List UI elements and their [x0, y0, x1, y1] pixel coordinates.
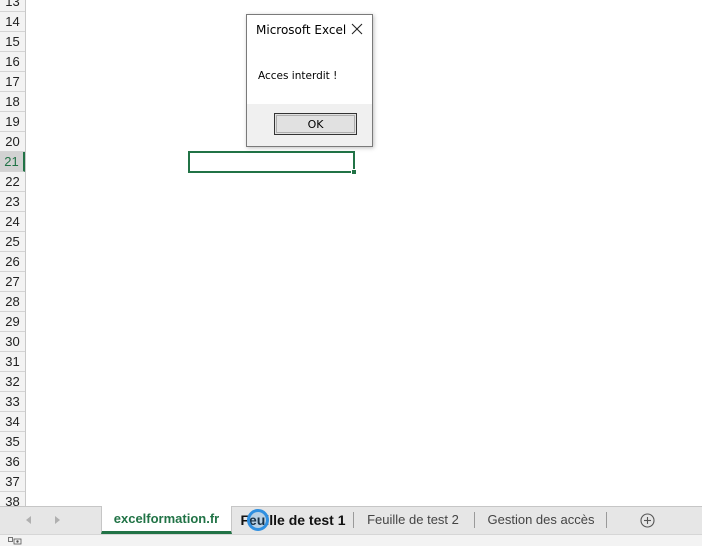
row-header[interactable]: 38 — [0, 492, 25, 506]
row-header[interactable]: 16 — [0, 52, 25, 72]
row-header[interactable]: 25 — [0, 232, 25, 252]
row-header[interactable]: 24 — [0, 212, 25, 232]
row-header[interactable]: 19 — [0, 112, 25, 132]
dialog-message: Acces interdit ! — [258, 70, 338, 82]
row-header[interactable]: 15 — [0, 32, 25, 52]
macro-record-icon[interactable] — [8, 537, 22, 545]
dialog-body: Acces interdit ! — [247, 45, 372, 104]
dialog-titlebar[interactable]: Microsoft Excel — [247, 15, 372, 45]
tab-separator — [353, 512, 354, 528]
row-header[interactable]: 26 — [0, 252, 25, 272]
row-header[interactable]: 14 — [0, 12, 25, 32]
tab-separator — [474, 512, 475, 528]
sheet-tab-bar: excelformation.fr Feuille de test 1 Feui… — [0, 506, 702, 534]
row-header[interactable]: 33 — [0, 392, 25, 412]
dialog-title: Microsoft Excel — [256, 23, 347, 37]
row-header[interactable]: 35 — [0, 432, 25, 452]
row-header[interactable]: 36 — [0, 452, 25, 472]
row-headers: 13 14 15 16 17 18 19 20 21 22 23 24 25 26 27 28 29 30 31 32… — [0, 0, 26, 506]
row-header[interactable]: 18 — [0, 92, 25, 112]
sheet-tab-feuille-de-test-2[interactable]: Feuille de test 2 — [357, 507, 469, 533]
ok-button[interactable]: OK — [274, 113, 357, 135]
row-header[interactable]: 21 — [0, 152, 25, 172]
sheet-tab-gestion-des-acces[interactable]: Gestion des accès — [478, 507, 604, 533]
row-header[interactable]: 28 — [0, 292, 25, 312]
row-header[interactable]: 29 — [0, 312, 25, 332]
triangle-right-icon[interactable] — [55, 516, 60, 524]
row-header[interactable]: 34 — [0, 412, 25, 432]
row-header[interactable]: 17 — [0, 72, 25, 92]
row-header[interactable]: 20 — [0, 132, 25, 152]
triangle-left-icon[interactable] — [26, 516, 31, 524]
mouse-cursor-highlight — [247, 509, 269, 531]
row-header[interactable]: 32 — [0, 372, 25, 392]
dialog-footer: OK — [247, 104, 372, 146]
row-header[interactable]: 22 — [0, 172, 25, 192]
close-icon[interactable] — [350, 22, 364, 36]
row-header[interactable]: 37 — [0, 472, 25, 492]
worksheet-grid[interactable]: 13 14 15 16 17 18 19 20 21 22 23 24 25 26 27 28 29 30 31 32… — [0, 0, 702, 506]
sheet-tab-excelformation[interactable]: excelformation.fr — [101, 506, 232, 534]
message-dialog: Microsoft Excel Acces interdit ! OK — [246, 14, 373, 147]
row-header[interactable]: 31 — [0, 352, 25, 372]
selected-cell[interactable] — [188, 151, 357, 175]
row-header[interactable]: 13 — [0, 0, 25, 12]
status-bar — [0, 534, 702, 546]
fill-handle[interactable] — [351, 169, 357, 175]
row-header[interactable]: 27 — [0, 272, 25, 292]
row-header[interactable]: 30 — [0, 332, 25, 352]
plus-circle-icon[interactable] — [640, 513, 655, 528]
tab-separator — [606, 512, 607, 528]
row-header[interactable]: 23 — [0, 192, 25, 212]
